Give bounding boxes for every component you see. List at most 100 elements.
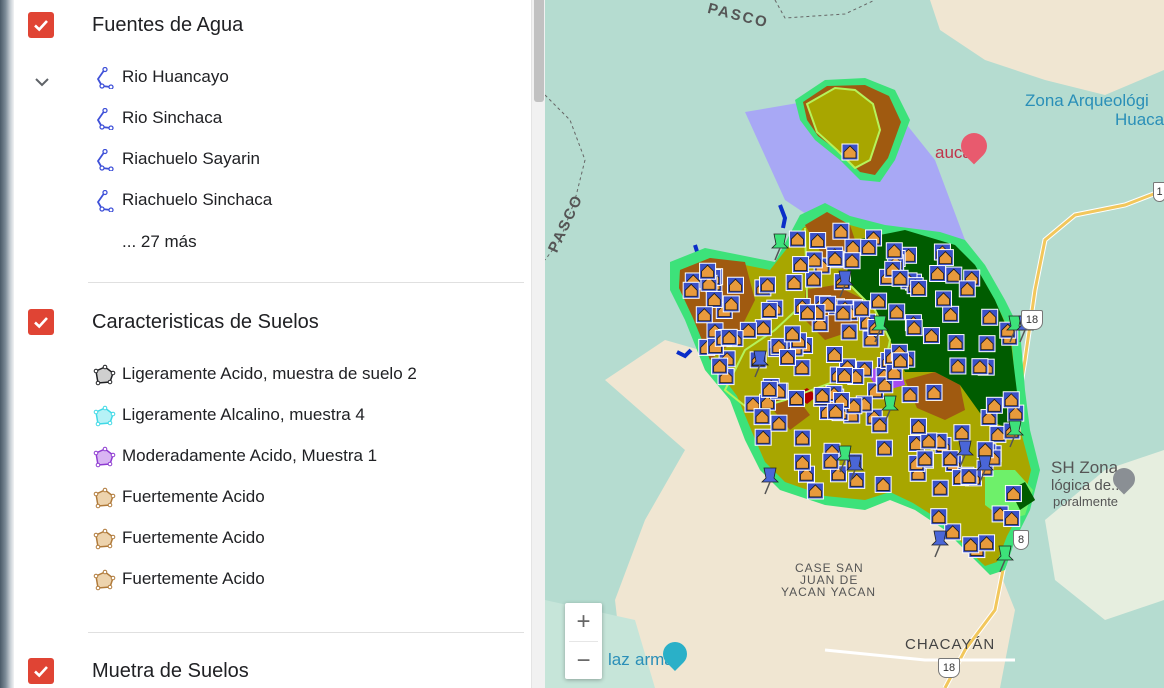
house-marker-icon[interactable] xyxy=(981,308,999,326)
house-marker-icon[interactable] xyxy=(722,295,740,313)
map-canvas[interactable]: PASCO PASCO Zona Arqueológi Huaca aucar … xyxy=(545,0,1164,688)
more-items-link[interactable]: ... 27 más xyxy=(122,232,197,252)
layer-checkbox-muetra-de-suelos[interactable] xyxy=(28,658,54,684)
house-marker-icon[interactable] xyxy=(779,348,797,366)
house-marker-icon[interactable] xyxy=(754,428,772,446)
house-marker-icon[interactable] xyxy=(793,429,811,447)
house-marker-icon[interactable] xyxy=(936,249,954,267)
house-marker-icon[interactable] xyxy=(793,359,811,377)
house-marker-icon[interactable] xyxy=(947,334,965,352)
house-marker-icon[interactable] xyxy=(960,468,978,486)
house-marker-icon[interactable] xyxy=(930,508,948,526)
house-marker-icon[interactable] xyxy=(760,301,778,319)
pushpin-marker-icon[interactable] xyxy=(751,350,769,378)
pushpin-marker-icon[interactable] xyxy=(1006,420,1024,448)
house-marker-icon[interactable] xyxy=(920,432,938,450)
pushpin-marker-icon[interactable] xyxy=(761,467,779,495)
house-marker-icon[interactable] xyxy=(726,276,744,294)
house-marker-icon[interactable] xyxy=(699,262,717,280)
list-item-label: Rio Huancayo xyxy=(122,67,229,86)
house-marker-icon[interactable] xyxy=(825,345,843,363)
house-marker-icon[interactable] xyxy=(836,366,854,384)
house-marker-icon[interactable] xyxy=(891,269,909,287)
house-marker-icon[interactable] xyxy=(929,265,947,283)
house-marker-icon[interactable] xyxy=(909,417,927,435)
house-marker-icon[interactable] xyxy=(834,304,852,322)
house-marker-icon[interactable] xyxy=(925,383,943,401)
house-marker-icon[interactable] xyxy=(793,453,811,471)
scrollbar-thumb[interactable] xyxy=(534,0,544,102)
house-marker-icon[interactable] xyxy=(888,303,906,321)
house-marker-icon[interactable] xyxy=(1003,510,1021,528)
house-marker-icon[interactable] xyxy=(941,450,959,468)
house-marker-icon[interactable] xyxy=(705,290,723,308)
house-marker-icon[interactable] xyxy=(874,475,892,493)
house-marker-icon[interactable] xyxy=(760,380,778,398)
house-marker-icon[interactable] xyxy=(754,319,772,337)
chevron-down-icon[interactable] xyxy=(32,72,52,92)
list-item-label: Fuertemente Acido xyxy=(122,528,265,547)
house-marker-icon[interactable] xyxy=(949,357,967,375)
house-marker-icon[interactable] xyxy=(792,256,810,274)
pushpin-marker-icon[interactable] xyxy=(931,530,949,558)
pushpin-marker-icon[interactable] xyxy=(771,233,789,261)
house-marker-icon[interactable] xyxy=(843,252,861,270)
house-marker-icon[interactable] xyxy=(787,389,805,407)
house-marker-icon[interactable] xyxy=(870,292,888,310)
house-marker-icon[interactable] xyxy=(978,335,996,353)
house-marker-icon[interactable] xyxy=(840,323,858,341)
house-marker-icon[interactable] xyxy=(905,319,923,337)
panel-scrollbar[interactable] xyxy=(531,0,546,688)
house-marker-icon[interactable] xyxy=(1004,485,1022,503)
house-marker-icon[interactable] xyxy=(788,230,806,248)
house-marker-icon[interactable] xyxy=(682,281,700,299)
house-marker-icon[interactable] xyxy=(962,536,980,554)
house-marker-icon[interactable] xyxy=(922,327,940,345)
house-marker-icon[interactable] xyxy=(753,408,771,426)
layer-checkbox-caracteristicas-de-suelos[interactable] xyxy=(28,309,54,335)
map-label-sh-temporal: poralmente xyxy=(1053,494,1119,509)
zoom-out-button[interactable]: − xyxy=(565,642,602,679)
house-marker-icon[interactable] xyxy=(860,238,878,256)
house-marker-icon[interactable] xyxy=(916,450,934,468)
house-marker-icon[interactable] xyxy=(813,386,831,404)
house-marker-icon[interactable] xyxy=(935,290,953,308)
house-marker-icon[interactable] xyxy=(891,352,909,370)
pushpin-marker-icon[interactable] xyxy=(996,545,1014,573)
house-marker-icon[interactable] xyxy=(901,386,919,404)
house-marker-icon[interactable] xyxy=(853,300,871,318)
house-marker-icon[interactable] xyxy=(758,276,776,294)
house-marker-icon[interactable] xyxy=(978,534,996,552)
house-marker-icon[interactable] xyxy=(805,270,823,288)
house-marker-icon[interactable] xyxy=(826,249,844,267)
house-marker-icon[interactable] xyxy=(832,222,850,240)
house-marker-icon[interactable] xyxy=(806,482,824,500)
house-marker-icon[interactable] xyxy=(953,424,971,442)
house-marker-icon[interactable] xyxy=(785,274,803,292)
house-marker-icon[interactable] xyxy=(971,358,989,376)
house-marker-icon[interactable] xyxy=(783,325,801,343)
house-marker-icon[interactable] xyxy=(822,452,840,470)
house-marker-icon[interactable] xyxy=(985,396,1003,414)
zoom-in-button[interactable]: + xyxy=(565,603,602,640)
house-marker-icon[interactable] xyxy=(875,439,893,457)
house-marker-icon[interactable] xyxy=(942,305,960,323)
map-label-yacan: YACAN YACAN xyxy=(781,585,877,599)
house-marker-icon[interactable] xyxy=(695,306,713,324)
house-marker-icon[interactable] xyxy=(944,523,962,541)
house-marker-icon[interactable] xyxy=(720,328,738,346)
house-marker-icon[interactable] xyxy=(827,402,845,420)
house-marker-icon[interactable] xyxy=(910,279,928,297)
pushpin-marker-icon[interactable] xyxy=(836,270,854,298)
house-marker-icon[interactable] xyxy=(798,304,816,322)
house-marker-icon[interactable] xyxy=(885,242,903,260)
house-marker-icon[interactable] xyxy=(958,280,976,298)
house-marker-icon[interactable] xyxy=(1002,391,1020,409)
house-marker-icon[interactable] xyxy=(770,414,788,432)
layer-checkbox-fuentes-de-agua[interactable] xyxy=(28,12,54,38)
house-marker-icon[interactable] xyxy=(809,232,827,250)
house-marker-icon[interactable] xyxy=(976,441,994,459)
house-marker-icon[interactable] xyxy=(841,143,859,161)
house-marker-icon[interactable] xyxy=(711,357,729,375)
house-marker-icon[interactable] xyxy=(931,479,949,497)
